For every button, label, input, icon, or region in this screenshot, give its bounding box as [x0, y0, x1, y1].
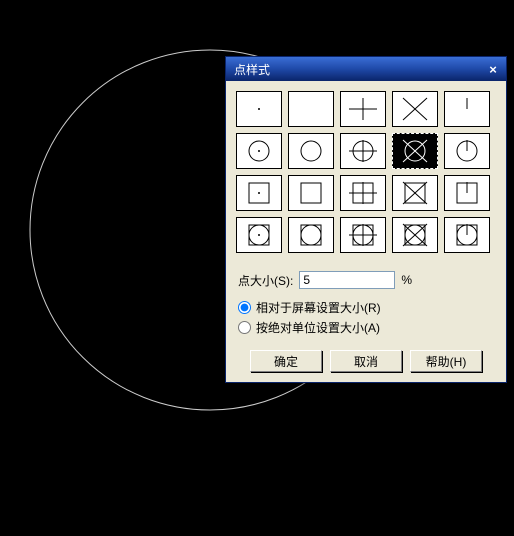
radio-relative-row[interactable]: 相对于屏幕设置大小(R)	[238, 299, 496, 316]
point-style-dialog: 点样式 × 点大小(S): % 相对于屏幕设置大小(R) 按绝对单位设置大小(A…	[225, 56, 507, 383]
point-style-dot-circle[interactable]	[236, 133, 282, 169]
point-style-bar-circle[interactable]	[444, 133, 490, 169]
point-style-x-square[interactable]	[392, 175, 438, 211]
radio-absolute-row[interactable]: 按绝对单位设置大小(A)	[238, 319, 496, 336]
point-style-plus[interactable]	[340, 91, 386, 127]
button-row: 确定 取消 帮助(H)	[236, 350, 496, 372]
point-style-x-circle[interactable]	[392, 133, 438, 169]
point-style-dot[interactable]	[236, 91, 282, 127]
point-style-plus-circle[interactable]	[340, 133, 386, 169]
point-size-label: 点大小(S):	[238, 272, 293, 289]
point-style-plus-circle-square[interactable]	[340, 217, 386, 253]
radio-relative[interactable]	[238, 301, 251, 314]
point-size-input[interactable]	[299, 271, 395, 289]
ok-button[interactable]: 确定	[250, 350, 322, 372]
point-style-square[interactable]	[288, 175, 334, 211]
titlebar[interactable]: 点样式 ×	[226, 57, 506, 81]
point-size-unit: %	[401, 273, 412, 287]
point-style-x-circle-square[interactable]	[392, 217, 438, 253]
help-button[interactable]: 帮助(H)	[410, 350, 482, 372]
radio-relative-label: 相对于屏幕设置大小(R)	[256, 299, 381, 316]
dialog-content: 点大小(S): % 相对于屏幕设置大小(R) 按绝对单位设置大小(A) 确定 取…	[226, 81, 506, 382]
point-size-row: 点大小(S): %	[238, 271, 496, 289]
point-style-bar-circle-square[interactable]	[444, 217, 490, 253]
point-style-bar[interactable]	[444, 91, 490, 127]
point-style-grid	[236, 91, 496, 253]
point-style-circle[interactable]	[288, 133, 334, 169]
point-style-blank[interactable]	[288, 91, 334, 127]
radio-absolute-label: 按绝对单位设置大小(A)	[256, 319, 380, 336]
point-style-plus-square[interactable]	[340, 175, 386, 211]
dialog-title: 点样式	[234, 61, 484, 78]
close-button[interactable]: ×	[484, 61, 502, 77]
point-style-bar-square[interactable]	[444, 175, 490, 211]
point-style-x[interactable]	[392, 91, 438, 127]
radio-absolute[interactable]	[238, 321, 251, 334]
point-style-dot-circle-square[interactable]	[236, 217, 282, 253]
point-style-dot-square[interactable]	[236, 175, 282, 211]
cancel-button[interactable]: 取消	[330, 350, 402, 372]
point-style-circle-square[interactable]	[288, 217, 334, 253]
